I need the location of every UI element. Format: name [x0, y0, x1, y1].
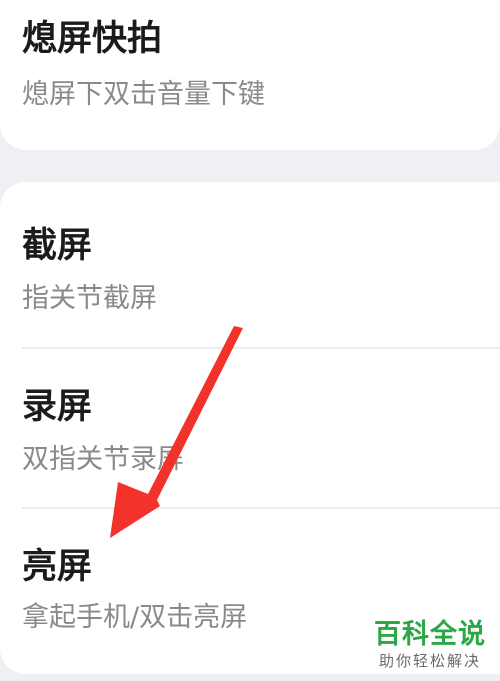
settings-page: 熄屏快拍 熄屏下双击音量下键 截屏 指关节截屏 录屏 双指关节录屏 亮屏 拿起手… — [0, 0, 500, 681]
watermark-title: 百科全说 — [374, 619, 486, 650]
item-subtitle: 拿起手机/双击亮屏 — [22, 602, 248, 633]
item-title: 熄屏快拍 — [22, 19, 163, 59]
item-title: 亮屏 — [22, 547, 93, 587]
item-subtitle: 熄屏下双击音量下键 — [22, 79, 265, 110]
item-subtitle: 指关节截屏 — [22, 283, 157, 314]
item-subtitle: 双指关节录屏 — [22, 444, 184, 475]
settings-item-screenshot[interactable]: 截屏 指关节截屏 — [0, 182, 500, 347]
settings-item-screen-record[interactable]: 录屏 双指关节录屏 — [0, 347, 500, 507]
watermark-subtitle: 助你轻松解决 — [378, 652, 481, 670]
settings-item-screen-off-snapshot[interactable]: 熄屏快拍 熄屏下双击音量下键 — [0, 0, 500, 150]
watermark-logo: 百科全说 助你轻松解决 — [374, 619, 486, 671]
item-title: 录屏 — [22, 387, 93, 427]
item-title: 截屏 — [22, 226, 93, 266]
